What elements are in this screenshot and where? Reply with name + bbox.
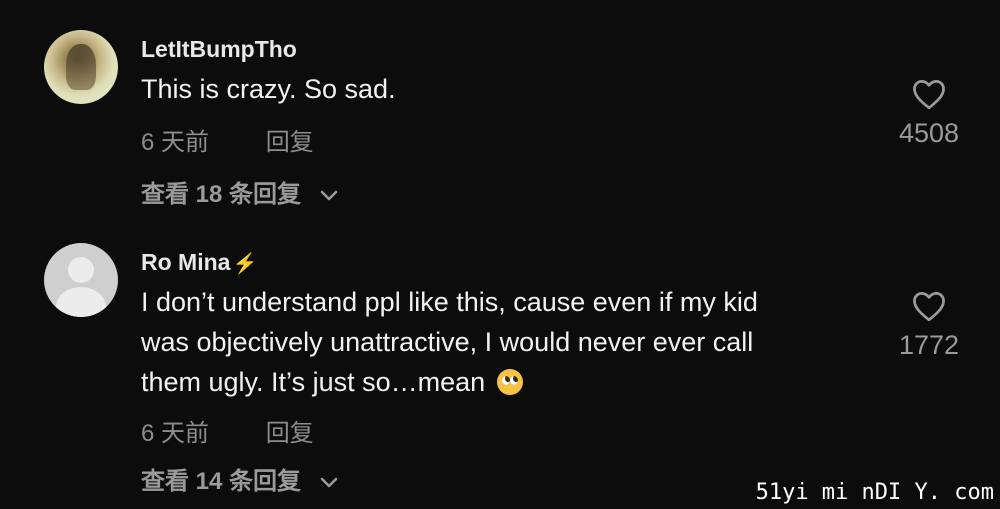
comment-username[interactable]: Ro Mina ⚡ xyxy=(141,249,257,276)
comment-text-line-last: them ugly. It’s just so…mean xyxy=(141,362,861,402)
comment-meta: 6 天前 回复 xyxy=(141,413,314,448)
avatar-body-shape xyxy=(56,287,106,317)
comment-meta: 6 天前 回复 xyxy=(141,122,314,157)
reply-button[interactable]: 回复 xyxy=(266,122,314,157)
view-replies-button[interactable]: 查看 18 条回复 xyxy=(141,174,338,209)
comment-text-line: them ugly. It’s just so…mean xyxy=(141,367,486,397)
avatar-head-shape xyxy=(68,257,94,283)
chevron-down-icon xyxy=(320,477,338,487)
avatar[interactable] xyxy=(44,30,118,104)
comment-time: 6 天前 xyxy=(141,129,210,156)
comment-text-line: I don’t understand ppl like this, cause … xyxy=(141,287,758,317)
like-button[interactable]: 4508 xyxy=(879,78,979,149)
view-replies-label: 查看 18 条回复 xyxy=(141,181,302,208)
heart-icon xyxy=(913,291,945,322)
username-label: Ro Mina xyxy=(141,249,231,275)
like-count: 1772 xyxy=(898,330,960,360)
view-replies-button[interactable]: 查看 14 条回复 xyxy=(141,461,338,496)
lightning-bolt-icon: ⚡ xyxy=(232,253,258,275)
comment-username[interactable]: LetItBumpTho xyxy=(141,36,297,63)
reply-button[interactable]: 回复 xyxy=(266,413,314,448)
comment-time: 6 天前 xyxy=(141,420,210,447)
like-count: 4508 xyxy=(898,118,960,148)
chevron-down-icon xyxy=(320,190,338,200)
comment-text: This is crazy. So sad. xyxy=(141,74,396,104)
like-button[interactable]: 1772 xyxy=(879,290,979,361)
view-replies-label: 查看 14 条回复 xyxy=(141,468,302,495)
pleading-face-emoji-icon xyxy=(496,369,523,395)
watermark: 51yi mi nDI Y. com xyxy=(755,480,994,505)
heart-icon xyxy=(913,79,945,110)
comment-text-line: was objectively unattractive, I would ne… xyxy=(141,327,754,357)
avatar[interactable] xyxy=(44,243,118,317)
comment-text: I don’t understand ppl like this, cause … xyxy=(141,282,861,402)
